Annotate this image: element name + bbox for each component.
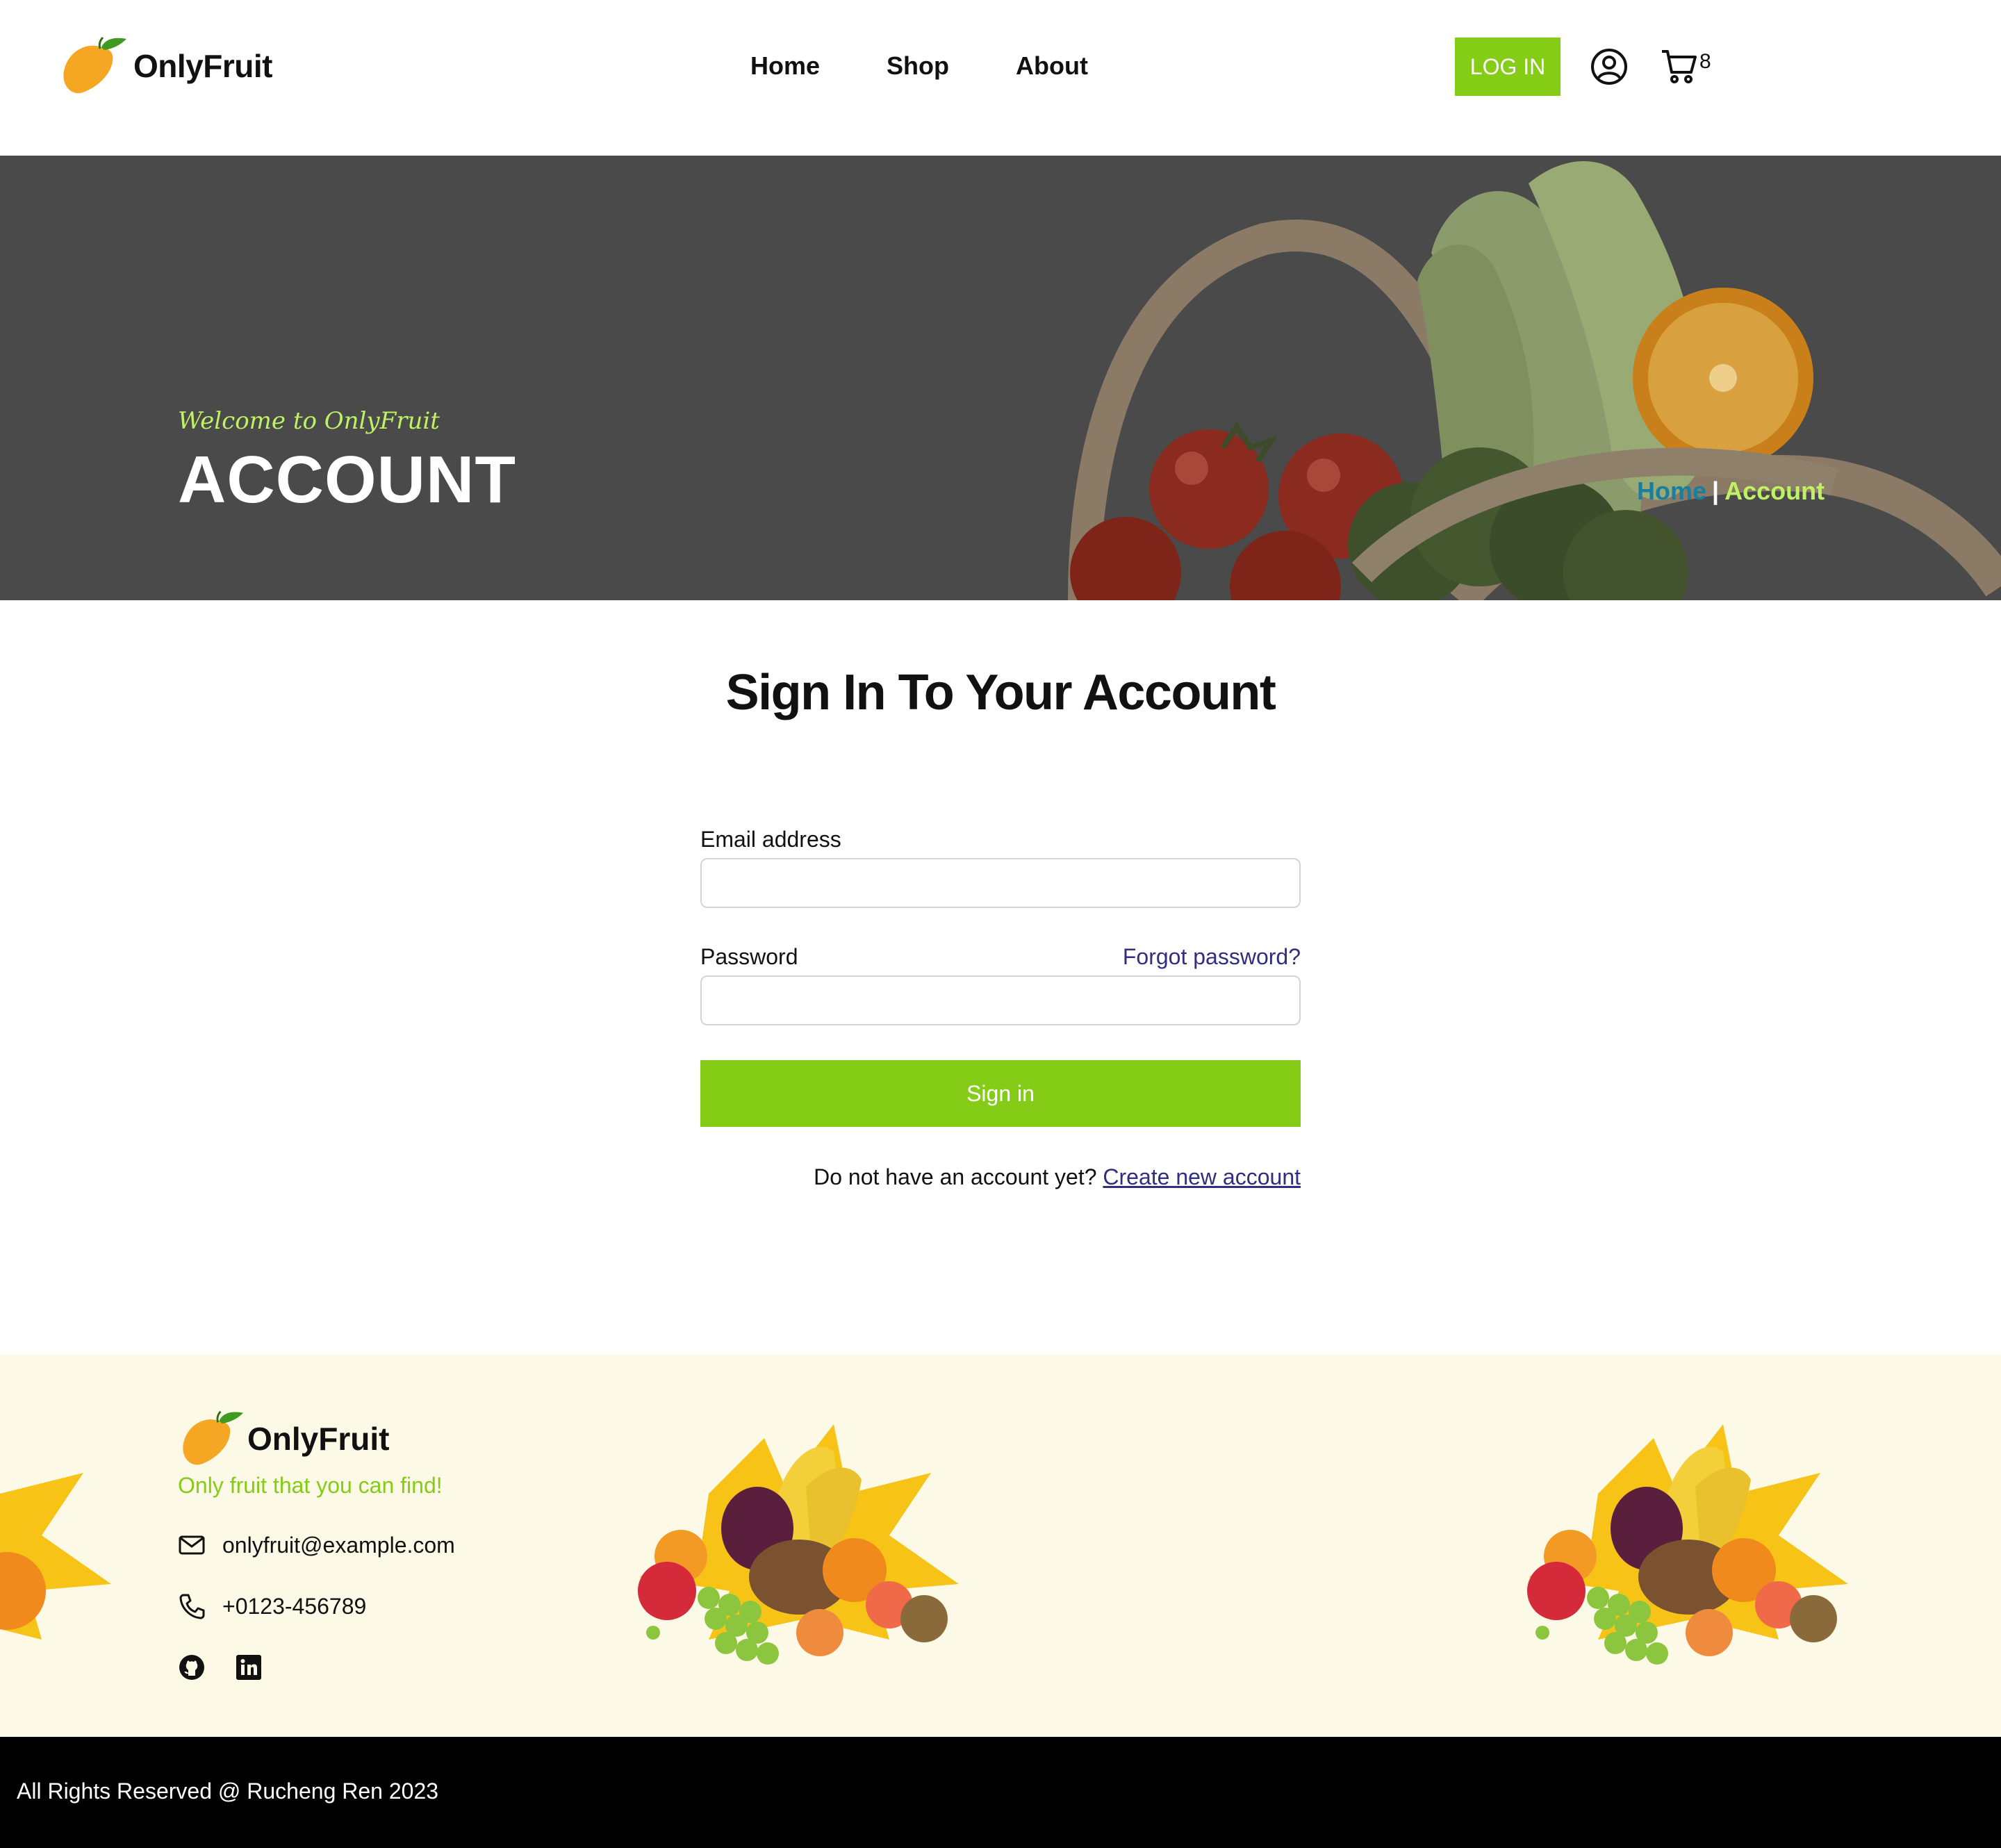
linkedin-icon[interactable] xyxy=(235,1653,263,1681)
login-button[interactable]: LOG IN xyxy=(1455,38,1561,96)
signin-title: Sign In To Your Account xyxy=(725,665,1276,720)
mail-icon xyxy=(179,1535,205,1555)
create-account-row: Do not have an account yet? Create new a… xyxy=(700,1164,1301,1190)
footer-brand-name: OnlyFruit xyxy=(247,1421,390,1457)
footer-email: onlyfruit@example.com xyxy=(178,1531,455,1559)
brand-logo-link[interactable]: OnlyFruit xyxy=(58,35,272,97)
nav-home[interactable]: Home xyxy=(750,51,820,81)
mango-logo-icon xyxy=(63,36,126,94)
breadcrumb-separator: | xyxy=(1712,477,1720,505)
footer-brand[interactable]: OnlyFruit xyxy=(178,1409,389,1469)
cart-button[interactable]: 8 xyxy=(1661,47,1711,86)
fruit-basket-image xyxy=(0,1473,111,1640)
footer-social-links xyxy=(178,1653,292,1681)
site-header: OnlyFruit Home Shop About LOG IN 8 xyxy=(0,0,2001,156)
cart-icon xyxy=(1662,50,1697,83)
email-label: Email address xyxy=(700,827,841,852)
cart-count-badge: 8 xyxy=(1699,50,1711,73)
breadcrumb-home-link[interactable]: Home xyxy=(1637,477,1706,505)
fruit-basket-image xyxy=(638,1424,959,1665)
signin-form: Email address Password Forgot password? … xyxy=(700,827,1301,1190)
mango-logo-icon xyxy=(183,1410,243,1465)
brand-name: OnlyFruit xyxy=(133,48,272,84)
github-icon[interactable] xyxy=(178,1653,206,1681)
copyright-text: All Rights Reserved @ Rucheng Ren 2023 xyxy=(17,1779,439,1804)
create-account-link[interactable]: Create new account xyxy=(1103,1164,1301,1189)
signin-button[interactable]: Sign in xyxy=(700,1060,1301,1127)
copyright-bar: All Rights Reserved @ Rucheng Ren 2023 xyxy=(0,1737,2001,1848)
site-footer: OnlyFruit Only fruit that you can find! … xyxy=(0,1355,2001,1737)
forgot-password-link[interactable]: Forgot password? xyxy=(1123,944,1301,970)
page-title: ACCOUNT xyxy=(178,443,516,517)
hero-subtitle: Welcome to OnlyFruit xyxy=(178,407,440,435)
password-label: Password xyxy=(700,944,798,969)
hero-produce-image xyxy=(1068,160,2001,600)
user-circle-icon[interactable] xyxy=(1590,47,1629,86)
footer-phone: +0123-456789 xyxy=(178,1592,366,1620)
nav-shop[interactable]: Shop xyxy=(887,51,949,81)
password-field[interactable] xyxy=(700,975,1301,1025)
phone-icon xyxy=(179,1594,205,1619)
footer-tagline: Only fruit that you can find! xyxy=(178,1473,443,1498)
password-label-row: Password Forgot password? xyxy=(700,944,1301,970)
nav-about[interactable]: About xyxy=(1016,51,1088,81)
hero-banner: Welcome to OnlyFruit ACCOUNT Home | Accoun… xyxy=(0,156,2001,600)
signin-section: Sign In To Your Account Email address Pa… xyxy=(0,600,2001,1355)
fruit-basket-image xyxy=(1527,1424,1848,1665)
breadcrumb-current: Account xyxy=(1724,477,1825,505)
footer-email-text: onlyfruit@example.com xyxy=(222,1532,455,1558)
no-account-text: Do not have an account yet? xyxy=(814,1164,1097,1189)
breadcrumb: Home | Account xyxy=(1637,477,1825,506)
footer-phone-text: +0123-456789 xyxy=(222,1593,367,1619)
email-field[interactable] xyxy=(700,858,1301,908)
main-nav: Home Shop About xyxy=(750,51,1155,81)
